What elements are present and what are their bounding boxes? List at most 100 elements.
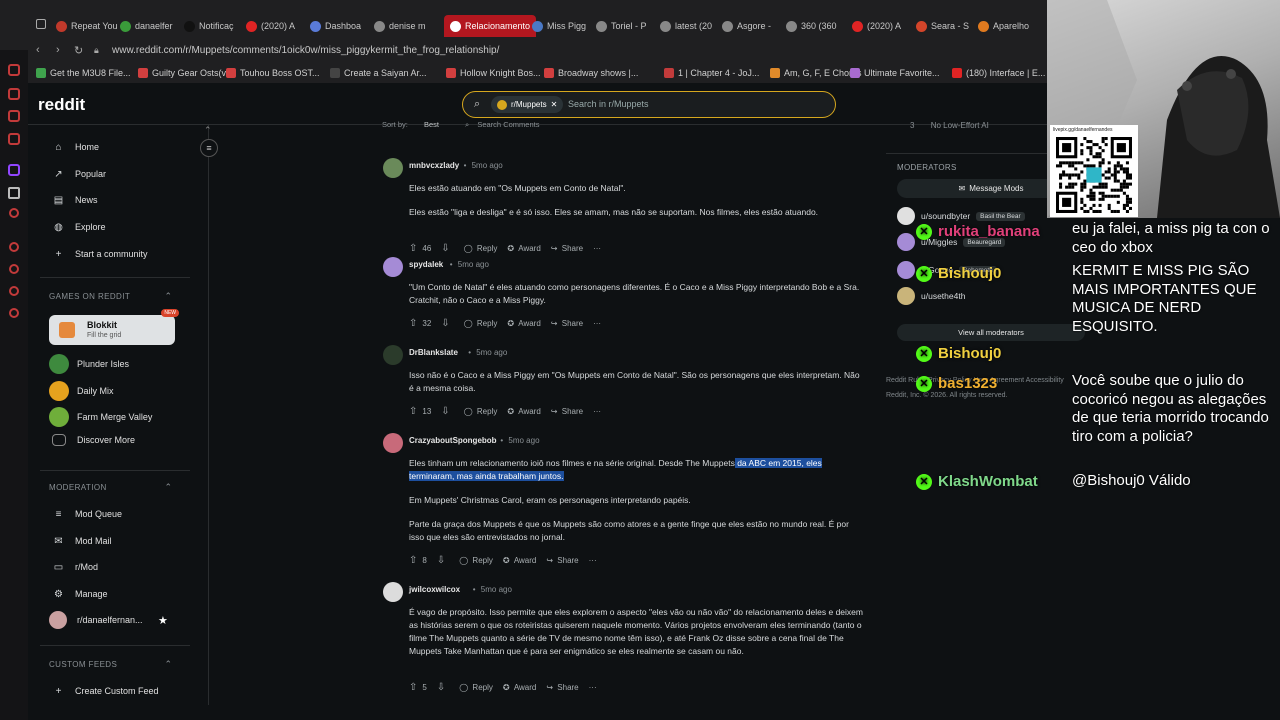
sidebar-item-explore[interactable]: ◍ Explore [52,219,105,235]
bookmark-5[interactable]: Broadway shows |... [544,68,638,78]
tab-8[interactable]: Toriel - P [596,16,647,36]
more-options-icon[interactable]: ··· [589,556,597,565]
subreddit-chip[interactable]: r/Muppets ✕ [491,96,564,113]
reply-button[interactable]: ◯ Reply [464,319,498,328]
chevron-up-icon[interactable]: ⌃ [164,659,172,670]
game-item[interactable]: Plunder Isles [49,354,129,374]
tab-11[interactable]: 360 (360 [786,16,837,36]
rule-item[interactable]: 3 No Low-Effort AI [910,121,989,130]
scroll-up-icon[interactable]: ⌃ [204,125,212,136]
reddit-logo[interactable]: reddit [38,95,85,115]
share-button[interactable]: ↪ Share [546,683,578,692]
search-bar[interactable]: ⌕ r/Muppets ✕ Search in r/Muppets [462,91,836,118]
tab-13[interactable]: Seara - S [916,16,969,36]
url-field[interactable]: www.reddit.com/r/Muppets/comments/1oick0… [112,45,499,56]
tab-12[interactable]: (2020) A [852,16,901,36]
downvote-icon[interactable]: ⇩ [437,682,445,693]
avatar[interactable] [383,433,403,453]
sidebar-mod-item[interactable]: ✉ Mod Mail [52,533,111,549]
tab-list-icon[interactable] [36,19,46,29]
reload-icon[interactable]: ↻ [74,44,83,57]
tab-2[interactable]: Notificaç [184,16,234,36]
tab-14[interactable]: Aparelho [978,16,1029,36]
bookmark-4[interactable]: Hollow Knight Bos... [446,68,541,78]
collapse-sidebar-icon[interactable]: ≡ [200,139,218,157]
award-button[interactable]: ✪ Award [507,319,540,328]
twitch-icon[interactable] [8,164,20,176]
sidebar-mod-item[interactable]: ● r/danaelfernan... [49,611,143,629]
bookmark-1[interactable]: Guilty Gear Osts(v... [138,68,233,78]
settings-icon[interactable] [9,308,19,318]
tab-4[interactable]: Dashboa [310,16,361,36]
upvote-icon[interactable]: ⇧ [409,318,417,329]
game-blokkit[interactable]: Blokkit Fill the grid NEW [49,309,179,345]
games-heading[interactable]: GAMES ON REDDIT [49,292,130,301]
x-icon[interactable] [8,187,20,199]
upvote-icon[interactable]: ⇧ [409,682,417,693]
bookmark-2[interactable]: Touhou Boss OST... [226,68,320,78]
sidebar-mod-item[interactable]: ⚙ Manage [52,586,108,602]
moderator-item[interactable]: u/usethe4th [897,287,965,305]
search-placeholder[interactable]: Search in r/Muppets [568,99,649,109]
tab-10[interactable]: Asgore - [722,16,771,36]
clock-icon[interactable] [9,264,19,274]
bookmark-8[interactable]: Ultimate Favorite... [850,68,940,78]
tab-9[interactable]: latest (20 [660,16,712,36]
tab-3[interactable]: (2020) A [246,16,295,36]
downloads-icon[interactable] [9,286,19,296]
avatar[interactable] [383,257,403,277]
forward-icon[interactable]: › [56,44,60,56]
game-item[interactable]: Daily Mix [49,381,114,401]
tab-7[interactable]: Miss Pigg [532,16,586,36]
sidebar-item-popular[interactable]: ↗ Popular [52,166,106,182]
avatar[interactable] [383,345,403,365]
downvote-icon[interactable]: ⇩ [441,318,449,329]
comment-username[interactable]: spydalek [409,260,443,269]
share-button[interactable]: ↪ Share [546,556,578,565]
sidebar-item-start-a-community[interactable]: + Start a community [52,246,148,262]
sidebar-mod-item[interactable]: ▭ r/Mod [52,559,98,575]
tab-5[interactable]: denise m [374,16,426,36]
chevron-up-icon[interactable]: ⌃ [164,482,172,493]
comment-username[interactable]: mnbvcxzlady [409,161,459,170]
bookmark-9[interactable]: (180) Interface | E... [952,68,1045,78]
comment-username[interactable]: jwilcoxwilcox [409,585,460,594]
game-item[interactable]: Discover More [49,434,135,446]
comment-username[interactable]: CrazyaboutSpongebob [409,436,497,445]
reply-button[interactable]: ◯ Reply [464,407,498,416]
sort-dropdown[interactable]: Best [424,120,439,129]
comment-username[interactable]: DrBlankslate [409,348,458,357]
tab-1[interactable]: danaelfer [120,16,173,36]
more-options-icon[interactable]: ··· [593,244,601,253]
share-button[interactable]: ↪ Share [551,244,583,253]
avatar[interactable] [383,158,403,178]
more-options-icon[interactable]: ··· [589,683,597,692]
award-button[interactable]: ✪ Award [503,556,536,565]
music-icon[interactable] [9,208,19,218]
upvote-icon[interactable]: ⇧ [409,243,417,254]
reply-button[interactable]: ◯ Reply [464,244,498,253]
bookmark-7[interactable]: Am, G, F, E Chords [770,68,862,78]
upvote-icon[interactable]: ⇧ [409,406,417,417]
award-button[interactable]: ✪ Award [507,407,540,416]
speed-dial-icon[interactable] [8,64,20,76]
sidebar-mod-item[interactable]: ≡ Mod Queue [52,506,122,522]
custom-feeds-heading[interactable]: CUSTOM FEEDS [49,660,117,669]
bookmark-0[interactable]: Get the M3U8 File... [36,68,131,78]
tab-6[interactable]: Relacionamento [444,15,537,37]
share-button[interactable]: ↪ Share [551,407,583,416]
sidebar-item-news[interactable]: ▤ News [52,192,98,208]
downvote-icon[interactable]: ⇩ [437,555,445,566]
whatsapp-icon[interactable] [8,133,20,145]
search-comments-input[interactable]: Search Comments [477,120,539,129]
bookmark-6[interactable]: 1 | Chapter 4 - JoJ... [664,68,759,78]
moderation-heading[interactable]: MODERATION [49,483,107,492]
reply-button[interactable]: ◯ Reply [459,556,493,565]
messenger-icon[interactable] [8,110,20,122]
history-icon[interactable] [9,242,19,252]
award-button[interactable]: ✪ Award [503,683,536,692]
back-icon[interactable]: ‹ [36,44,40,56]
favorite-star-icon[interactable]: ★ [158,614,168,627]
chip-close-icon[interactable]: ✕ [551,100,558,109]
bookmark-3[interactable]: Create a Saiyan Ar... [330,68,427,78]
